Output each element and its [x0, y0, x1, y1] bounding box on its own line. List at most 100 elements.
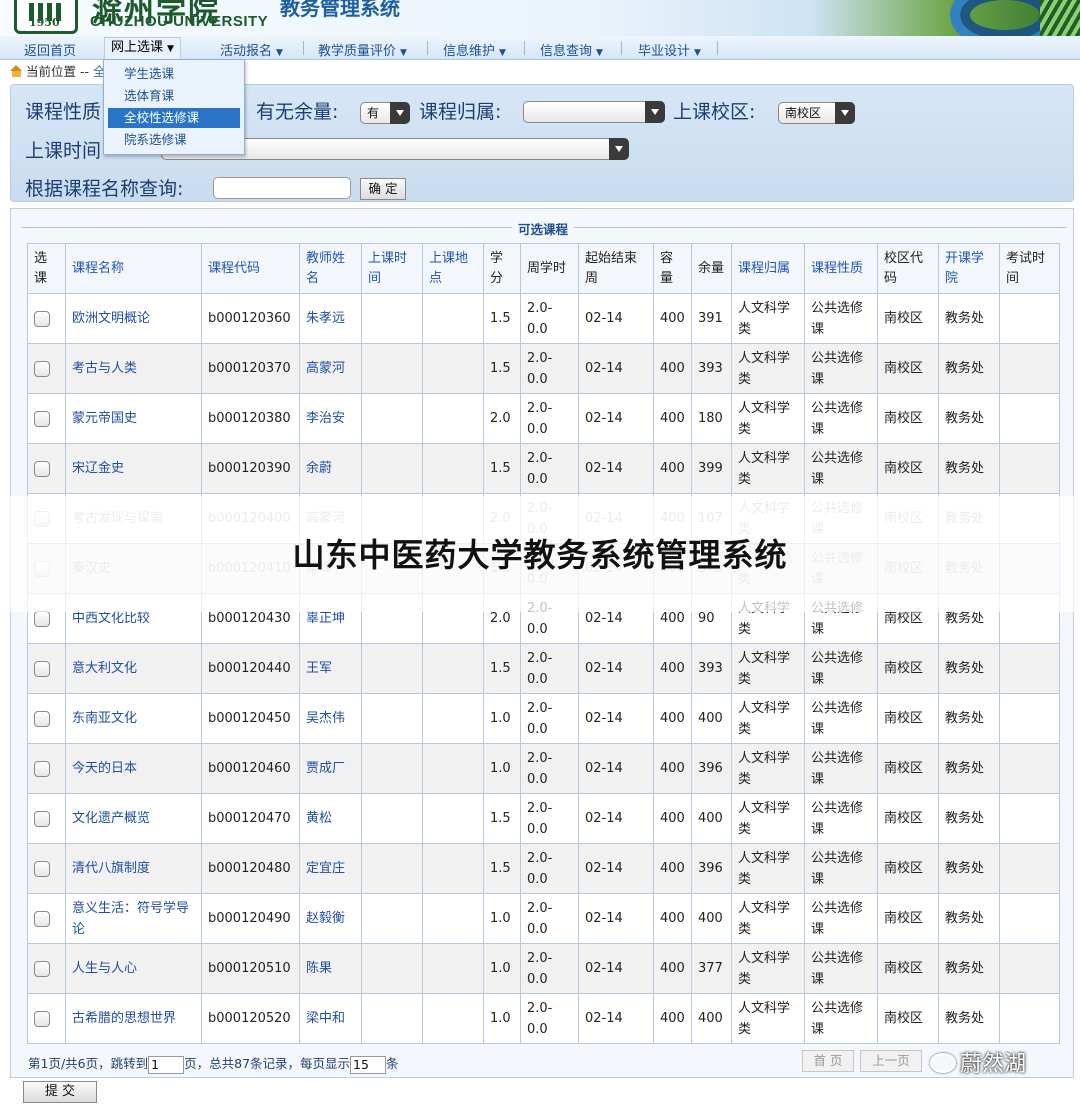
cell-teacher[interactable]: 黄松	[299, 793, 362, 844]
cell-empty	[361, 943, 423, 994]
cell-code: b000120390	[201, 443, 300, 494]
cell-empty	[361, 393, 423, 444]
select-checkbox[interactable]	[34, 610, 50, 627]
menu-item-student-select[interactable]: 学生选课	[108, 64, 240, 84]
cell-remain: 377	[691, 943, 732, 994]
logo-year: 1950	[29, 16, 60, 29]
table-row: 东南亚文化 b000120450 吴杰伟 1.0 2.0-0.0 02-14 400 400 人…	[27, 693, 1060, 744]
cell-empty	[422, 343, 484, 394]
cell-name[interactable]: 清代八旗制度	[65, 843, 202, 894]
select-cell	[27, 393, 66, 444]
cell-teacher[interactable]: 赵毅衡	[299, 893, 362, 944]
cell-name[interactable]: 意义生活：符号学导论	[65, 893, 202, 944]
cell-teacher[interactable]: 梁中和	[299, 993, 362, 1044]
cell-weeks: 02-14	[578, 343, 654, 394]
cell-name[interactable]: 蒙元帝国史	[65, 393, 202, 444]
select-checkbox[interactable]	[34, 310, 50, 327]
cell-code: b000120460	[201, 743, 300, 794]
nav-item-info-maintain[interactable]: 信息维护 ▼	[443, 40, 506, 59]
select-checkbox[interactable]	[34, 910, 50, 927]
nav-divider	[621, 41, 622, 55]
cell-weeks: 02-14	[578, 393, 654, 444]
nav-item-activity[interactable]: 活动报名 ▼	[220, 40, 283, 59]
menu-item-pe-course[interactable]: 选体育课	[108, 86, 240, 106]
select-checkbox[interactable]	[34, 660, 50, 677]
chevron-down-icon: ▼	[694, 48, 701, 58]
chevron-down-icon: ▼	[400, 48, 407, 58]
belong-select[interactable]	[523, 101, 665, 123]
first-page-button[interactable]: 首 页	[802, 1050, 854, 1072]
cell-belong: 人文科学类	[731, 443, 805, 494]
cell-campus: 南校区	[877, 793, 939, 844]
cell-name[interactable]: 古希腊的思想世界	[65, 993, 202, 1044]
cell-teacher[interactable]: 高蒙河	[299, 343, 362, 394]
cell-teacher[interactable]: 朱孝远	[299, 293, 362, 344]
cell-name[interactable]: 意大利文化	[65, 643, 202, 694]
cell-name[interactable]: 人生与人心	[65, 943, 202, 994]
select-checkbox[interactable]	[34, 410, 50, 427]
cell-weeks: 02-14	[578, 743, 654, 794]
remaining-select[interactable]: 有	[360, 102, 410, 124]
home-icon	[10, 65, 23, 77]
select-checkbox[interactable]	[34, 710, 50, 727]
cell-code: b000120510	[201, 943, 300, 994]
cell-remain: 400	[691, 993, 732, 1044]
cell-name[interactable]: 东南亚文化	[65, 693, 202, 744]
cell-belong: 人文科学类	[731, 643, 805, 694]
prev-page-button[interactable]: 上一页	[860, 1050, 922, 1072]
select-checkbox[interactable]	[34, 460, 50, 477]
cell-name[interactable]: 欧洲文明概论	[65, 293, 202, 344]
cell-hours: 2.0-0.0	[520, 343, 579, 394]
select-checkbox[interactable]	[34, 1010, 50, 1027]
select-checkbox[interactable]	[34, 760, 50, 777]
remaining-label: 有无余量:	[256, 101, 339, 123]
cell-empty	[361, 343, 423, 394]
cell-name[interactable]: 今天的日本	[65, 743, 202, 794]
select-checkbox[interactable]	[34, 960, 50, 977]
cell-empty	[361, 843, 423, 894]
campus-select[interactable]: 南校区	[778, 102, 855, 124]
column-header: 学分	[483, 243, 521, 294]
cell-teacher[interactable]: 陈果	[299, 943, 362, 994]
select-cell	[27, 943, 66, 994]
cell-teacher[interactable]: 吴杰伟	[299, 693, 362, 744]
chevron-down-icon: ▼	[596, 48, 603, 58]
column-header: 课程性质	[804, 243, 878, 294]
nav-item-graduation-design[interactable]: 毕业设计 ▼	[638, 40, 701, 59]
select-checkbox[interactable]	[34, 810, 50, 827]
submit-button[interactable]: 提 交	[23, 1081, 97, 1103]
nav-item-teaching-eval[interactable]: 教学质量评价 ▼	[318, 40, 407, 59]
cell-teacher[interactable]: 贾成厂	[299, 743, 362, 794]
per-page-input[interactable]: 15	[350, 1055, 387, 1074]
select-checkbox[interactable]	[34, 360, 50, 377]
nav-item-course-select[interactable]: 网上选课 ▼	[104, 37, 181, 59]
cell-hours: 2.0-0.0	[520, 693, 579, 744]
course-nature-label: 课程性质	[25, 101, 102, 123]
select-checkbox[interactable]	[34, 860, 50, 877]
cell-credit: 1.0	[483, 943, 521, 994]
cell-teacher[interactable]: 余蔚	[299, 443, 362, 494]
cell-teacher[interactable]: 王军	[299, 643, 362, 694]
table-row: 考古与人类 b000120370 高蒙河 1.5 2.0-0.0 02-14 400 393 人…	[27, 343, 1060, 394]
cell-name[interactable]: 考古与人类	[65, 343, 202, 394]
cell-college: 教务处	[938, 443, 1000, 494]
table-header-row: 选课 课程名称 课程代码 教师姓名 上课时间 上课地点 学分 周学时 起始结束周 容量 余量 课程归属…	[27, 243, 1060, 294]
cell-teacher[interactable]: 定宜庄	[299, 843, 362, 894]
menu-item-dept-elective[interactable]: 院系选修课	[108, 130, 240, 150]
cell-teacher[interactable]: 李治安	[299, 393, 362, 444]
cell-nature: 公共选修课	[804, 743, 878, 794]
cell-name[interactable]: 文化遗产概览	[65, 793, 202, 844]
jump-page-input[interactable]: 1	[148, 1055, 185, 1074]
nav-item-info-query[interactable]: 信息查询 ▼	[540, 40, 603, 59]
confirm-button[interactable]: 确 定	[360, 178, 406, 200]
menu-item-campus-elective[interactable]: 全校性选修课	[108, 108, 240, 128]
nav-item-home[interactable]: 返回首页	[24, 40, 76, 59]
chevron-down-icon: ▼	[167, 44, 174, 54]
course-name-input[interactable]	[213, 177, 351, 199]
pagination-info: 第1页/共6页，跳转到 1 页，总共87条记录，每页显示 15 条	[28, 1055, 399, 1074]
cell-name[interactable]: 宋辽金史	[65, 443, 202, 494]
cell-weeks: 02-14	[578, 993, 654, 1044]
cell-empty	[422, 793, 484, 844]
breadcrumb: 当前位置 -- 全	[10, 61, 106, 80]
cell-weeks: 02-14	[578, 693, 654, 744]
